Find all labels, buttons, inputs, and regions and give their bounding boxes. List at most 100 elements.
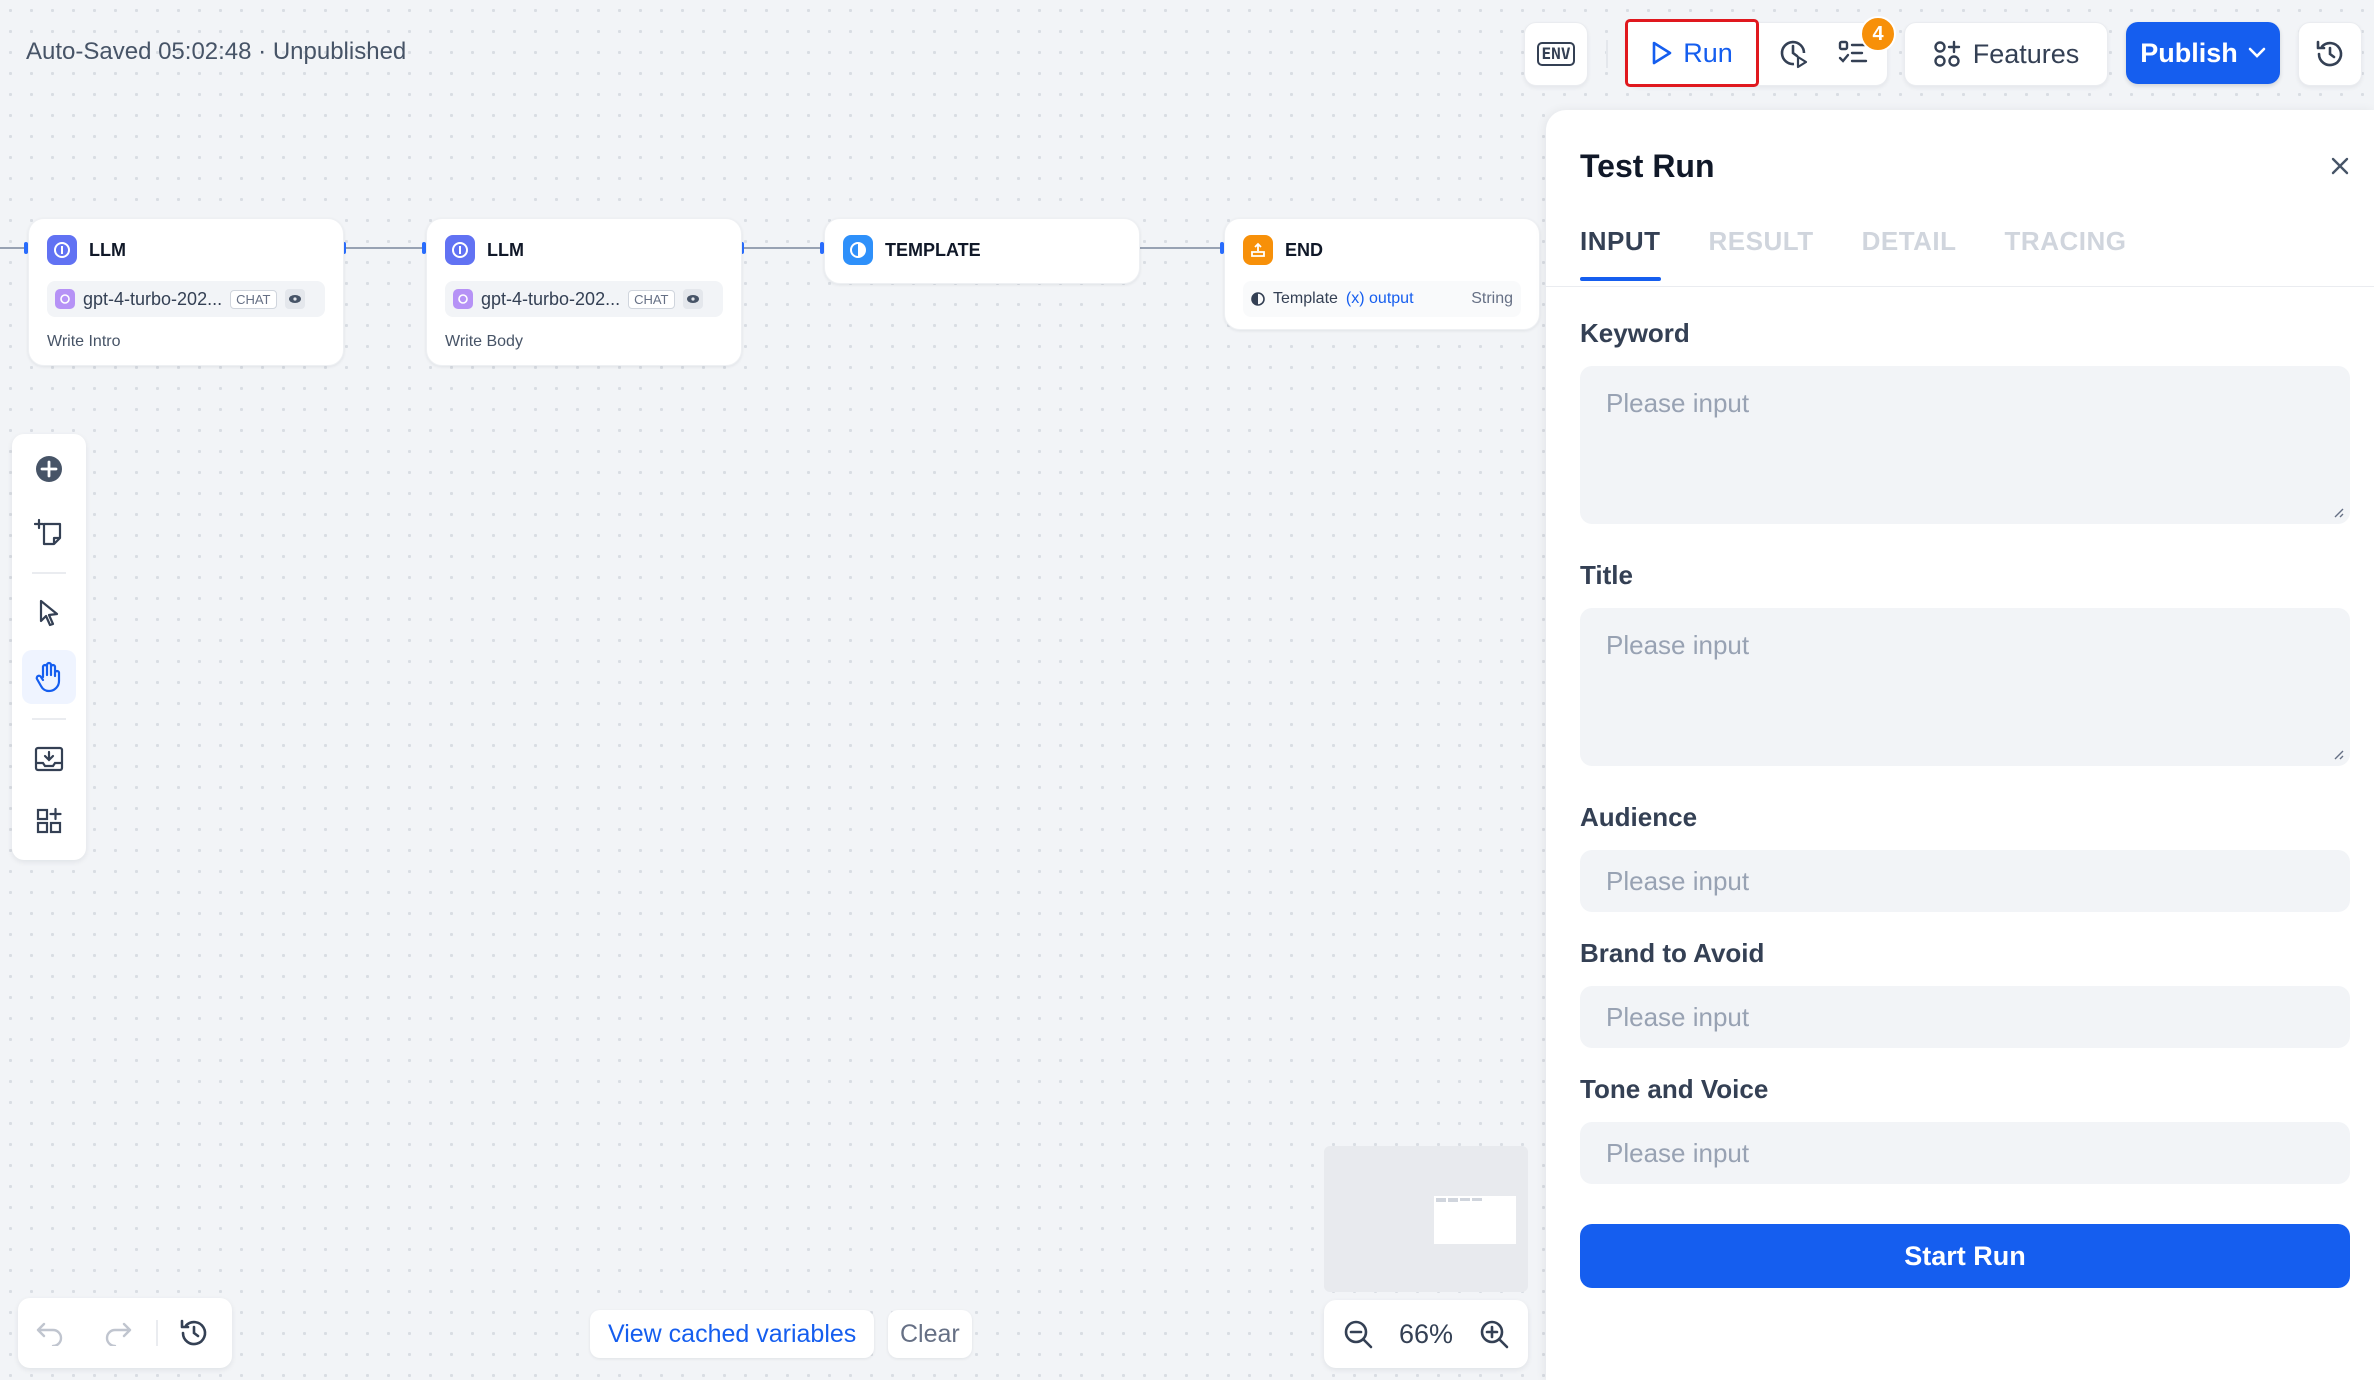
resize-grip-icon[interactable] — [2330, 746, 2344, 760]
edge — [0, 247, 26, 249]
env-button[interactable]: ENV — [1524, 22, 1588, 86]
eye-icon[interactable] — [682, 289, 703, 309]
eye-icon[interactable] — [284, 289, 305, 309]
redo-button[interactable] — [100, 1315, 136, 1351]
tab-tracing[interactable]: TRACING — [2005, 226, 2127, 279]
placeholder: Please input — [1606, 630, 1750, 660]
tone-and-voice-input[interactable]: Please input — [1580, 1122, 2350, 1184]
undo-redo-bar — [18, 1298, 232, 1368]
llm-node-write-intro[interactable]: LLM gpt-4-turbo-202... CHAT Write Intro — [28, 218, 344, 366]
node-type: TEMPLATE — [885, 239, 981, 260]
pointer-icon — [39, 599, 59, 627]
canvas-toolbar — [12, 434, 86, 860]
env-icon: ENV — [1536, 42, 1576, 66]
tab-detail[interactable]: DETAIL — [1862, 226, 1957, 279]
tab-input[interactable]: INPUT — [1580, 226, 1661, 281]
organize-blocks-button[interactable] — [22, 794, 76, 848]
autosave-status: Auto-Saved 05:02:48 · Unpublished — [26, 38, 407, 65]
zoom-out-icon[interactable] — [1342, 1318, 1374, 1350]
panel-title: Test Run — [1580, 148, 1715, 184]
run-button[interactable]: Run — [1625, 19, 1759, 87]
mode-tag: CHAT — [230, 289, 277, 309]
title-textarea[interactable]: Please input — [1580, 608, 2350, 766]
tabs-divider — [1546, 286, 2374, 287]
openai-icon — [453, 289, 473, 309]
test-run-panel: Test Run INPUT RESULT DETAIL TRACING Key… — [1546, 110, 2374, 1380]
edge — [344, 247, 424, 249]
placeholder: Please input — [1606, 388, 1750, 418]
panel-tabs: INPUT RESULT DETAIL TRACING — [1580, 226, 2127, 281]
resize-grip-icon[interactable] — [2330, 504, 2344, 518]
llm-icon — [47, 235, 77, 265]
variable-type: String — [1471, 290, 1513, 307]
variable-name: (x) output — [1345, 290, 1414, 307]
placeholder: Please input — [1606, 1001, 1750, 1032]
zoom-level[interactable]: 66% — [1399, 1319, 1453, 1350]
keyword-textarea[interactable]: Please input — [1580, 366, 2350, 524]
chevron-down-icon — [2248, 47, 2266, 58]
close-icon — [2331, 157, 2349, 175]
start-run-button[interactable]: Start Run — [1580, 1224, 2350, 1288]
undo-button[interactable] — [32, 1315, 68, 1351]
image-export-icon — [34, 746, 64, 772]
node-description: Write Intro — [47, 333, 121, 350]
grid-add-icon — [36, 807, 62, 834]
model-selector[interactable]: gpt-4-turbo-202... CHAT — [47, 281, 325, 317]
view-cached-variables-button[interactable]: View cached variables — [590, 1310, 875, 1358]
version-history-button[interactable] — [2298, 22, 2362, 86]
zoom-controls: 66% — [1324, 1300, 1528, 1368]
llm-node-write-body[interactable]: LLM gpt-4-turbo-202... CHAT Write Body — [426, 218, 742, 366]
undo-icon — [36, 1322, 63, 1346]
placeholder: Please input — [1606, 865, 1750, 896]
minimap-viewport[interactable] — [1434, 1196, 1516, 1244]
audience-input[interactable]: Please input — [1580, 850, 2350, 912]
minimap[interactable] — [1324, 1146, 1528, 1292]
model-name: gpt-4-turbo-202... — [481, 288, 621, 309]
node-type: END — [1285, 239, 1324, 260]
variable-source: Template — [1273, 290, 1338, 307]
placeholder: Please input — [1606, 1137, 1750, 1168]
publish-button[interactable]: Publish — [2126, 22, 2280, 84]
model-selector[interactable]: gpt-4-turbo-202... CHAT — [445, 281, 723, 317]
checklist-badge: 4 — [1860, 16, 1896, 52]
toolbar-divider — [32, 572, 66, 574]
hand-icon — [35, 661, 61, 693]
model-name: gpt-4-turbo-202... — [83, 288, 223, 309]
end-node[interactable]: END Template (x) output String — [1224, 218, 1540, 330]
node-type: LLM — [487, 239, 524, 260]
features-icon — [1934, 40, 1960, 67]
clock-play-icon — [1780, 40, 1808, 69]
divider — [156, 1320, 158, 1346]
tab-result[interactable]: RESULT — [1709, 226, 1814, 279]
change-history-button[interactable] — [176, 1315, 212, 1351]
run-history-button[interactable] — [1770, 22, 1816, 84]
brand-to-avoid-input[interactable]: Please input — [1580, 986, 2350, 1048]
add-note-button[interactable] — [22, 506, 76, 560]
hand-mode-button[interactable] — [22, 650, 76, 704]
toolbar-divider — [1606, 40, 1608, 68]
close-button[interactable] — [2324, 150, 2356, 182]
history-icon — [180, 1319, 207, 1346]
zoom-in-icon[interactable] — [1478, 1318, 1510, 1350]
play-icon — [1652, 41, 1672, 65]
add-node-button[interactable] — [22, 442, 76, 496]
toolbar-divider — [32, 718, 66, 720]
clear-cache-button[interactable]: Clear — [888, 1310, 972, 1358]
node-description: Write Body — [445, 333, 523, 350]
llm-icon — [445, 235, 475, 265]
publish-label: Publish — [2140, 37, 2238, 68]
field-label-audience: Audience — [1580, 802, 1698, 832]
template-icon — [843, 235, 873, 265]
features-button[interactable]: Features — [1904, 22, 2108, 86]
note-add-icon — [34, 518, 62, 546]
history-icon — [2316, 40, 2343, 67]
edge — [1138, 247, 1222, 249]
export-image-button[interactable] — [22, 732, 76, 786]
pointer-mode-button[interactable] — [22, 586, 76, 640]
mode-tag: CHAT — [628, 289, 675, 309]
template-node[interactable]: TEMPLATE — [824, 218, 1140, 284]
end-icon — [1243, 235, 1273, 265]
field-label-keyword: Keyword — [1580, 318, 1690, 348]
field-label-brand-to-avoid: Brand to Avoid — [1580, 938, 1765, 968]
output-variable-row: Template (x) output String — [1243, 281, 1521, 317]
